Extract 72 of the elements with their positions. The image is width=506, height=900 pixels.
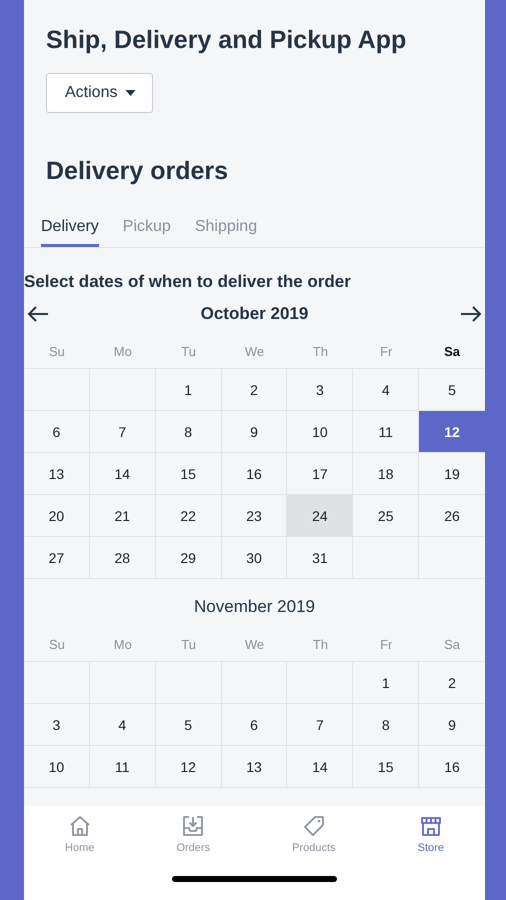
tab[interactable]: Delivery (41, 214, 99, 247)
nav-tab[interactable]: Store (406, 814, 456, 876)
weekday-label: Fr (380, 344, 392, 358)
day-cell[interactable]: 16 (419, 746, 485, 788)
month-title: October 2019 (200, 304, 308, 324)
weekday-label: Fr (380, 636, 392, 652)
day-cell[interactable]: 3 (24, 704, 90, 746)
day-cell[interactable]: 4 (353, 369, 420, 411)
day-cell[interactable]: 5 (156, 704, 222, 746)
day-cell[interactable]: 31 (287, 537, 354, 579)
weekday-label: Su (48, 344, 65, 358)
left-arrow-icon[interactable] (27, 306, 49, 322)
day-cell[interactable]: 8 (156, 411, 222, 453)
day-cell[interactable]: 30 (222, 537, 288, 579)
actions-button[interactable]: Actions (46, 73, 154, 113)
day-cell[interactable]: 20 (24, 495, 90, 537)
weekday-label: We (244, 344, 264, 358)
day-cell[interactable]: 2 (419, 662, 485, 704)
weekday-label: We (244, 636, 264, 652)
day-cell[interactable]: 12 (419, 411, 485, 453)
day-cell[interactable]: 28 (90, 537, 156, 579)
day-cell[interactable]: 10 (24, 746, 90, 788)
day-cell[interactable]: 2 (222, 369, 288, 411)
day-cell[interactable]: 7 (90, 411, 156, 453)
store-icon (418, 814, 443, 838)
day-cell[interactable]: 13 (222, 746, 288, 788)
day-cell[interactable]: 6 (222, 704, 288, 746)
day-cell[interactable]: 8 (353, 704, 420, 746)
day-cell[interactable]: 22 (156, 495, 222, 537)
day-cell[interactable]: 15 (156, 453, 222, 495)
day-cell[interactable]: 18 (353, 453, 420, 495)
section-title: Delivery orders (46, 157, 230, 186)
weekday-label: Mo (114, 636, 132, 652)
weekday-label: Th (312, 344, 328, 358)
day-cell[interactable]: 25 (353, 495, 420, 537)
inbox-icon (181, 814, 206, 838)
day-cell[interactable]: 10 (287, 411, 354, 453)
day-cell[interactable]: 11 (90, 746, 156, 788)
tag-icon (302, 814, 326, 838)
day-cell[interactable]: 14 (90, 453, 156, 495)
day-cell[interactable]: 7 (287, 704, 354, 746)
day-cell[interactable]: 26 (419, 495, 485, 537)
weekday-label: Mo (114, 344, 132, 358)
weekday-label: Tu (181, 344, 196, 358)
day-cell[interactable]: 6 (24, 411, 90, 453)
day-cell[interactable]: 19 (419, 453, 485, 495)
weekday-label: Sa (444, 636, 460, 652)
day-cell[interactable]: 9 (419, 704, 485, 746)
day-cell[interactable]: 14 (287, 746, 354, 788)
caret-icon (125, 90, 136, 96)
day-cell[interactable]: 13 (24, 453, 90, 495)
day-cell[interactable]: 15 (353, 746, 420, 788)
instruction-text: Select dates of when to deliver the order (24, 272, 352, 292)
right-arrow-icon[interactable] (460, 306, 482, 322)
day-cell[interactable]: 4 (90, 704, 156, 746)
day-cell[interactable]: 12 (156, 746, 222, 788)
app-title: Ship, Delivery and Pickup App (46, 26, 408, 55)
month-title: November 2019 (194, 597, 315, 617)
day-cell[interactable]: 1 (353, 662, 420, 704)
weekday-label: Tu (181, 636, 196, 652)
day-cell[interactable]: 27 (24, 537, 90, 579)
day-cell[interactable]: 3 (287, 369, 354, 411)
day-cell[interactable]: 9 (222, 411, 288, 453)
day-cell[interactable]: 29 (156, 537, 222, 579)
weekday-label: Th (312, 636, 328, 652)
day-cell[interactable]: 24 (287, 495, 354, 537)
day-cell[interactable]: 16 (222, 453, 288, 495)
weekday-label: Su (48, 636, 65, 652)
weekday-label: Sa (444, 344, 460, 358)
home-icon (68, 814, 92, 838)
day-cell[interactable]: 21 (90, 495, 156, 537)
day-cell[interactable]: 1 (156, 369, 222, 411)
